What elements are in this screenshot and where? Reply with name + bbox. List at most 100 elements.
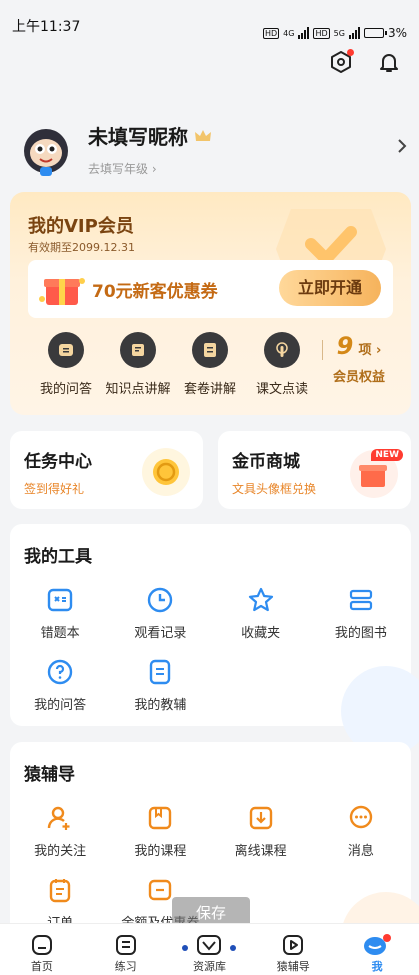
tutor-courses[interactable]: 我的课程 xyxy=(110,804,210,876)
nav-tutor[interactable]: 猿辅导 xyxy=(251,924,335,975)
wrong-book-icon xyxy=(47,588,73,612)
order-icon xyxy=(49,879,71,903)
vip-features: 我的问答 知识点讲解 套卷讲解 课文点读 9 项 › 会员权益 xyxy=(10,332,411,402)
status-bar: 上午11:37 HD 4G HD 5G 3% xyxy=(0,0,419,50)
benefit-unit: 项 › xyxy=(358,343,382,358)
tool-watch-history[interactable]: 观看记录 xyxy=(110,586,210,658)
bell-button[interactable] xyxy=(377,50,401,74)
bell-icon xyxy=(380,54,398,72)
nav-label: 首页 xyxy=(30,960,53,973)
touch-icon xyxy=(264,332,300,368)
chevron-right-icon[interactable] xyxy=(396,138,408,154)
vip-item-paper[interactable]: 套卷讲解 xyxy=(174,332,246,402)
tutor-follow[interactable]: 我的关注 xyxy=(10,804,110,876)
nav-label: 资源库 xyxy=(192,960,226,973)
tool-favorites[interactable]: 收藏夹 xyxy=(211,586,311,658)
tool-my-qa[interactable]: 我的问答 xyxy=(10,658,110,730)
download-icon xyxy=(249,806,272,830)
benefit-label: 会员权益 xyxy=(333,370,386,385)
vip-item-qa[interactable]: 我的问答 xyxy=(30,332,102,402)
vip-benefits-link[interactable]: 9 项 › 会员权益 xyxy=(333,332,385,402)
nav-label: 我 xyxy=(371,960,383,973)
vip-divider xyxy=(322,340,323,360)
network-5g: 5G xyxy=(333,28,345,38)
profile-header[interactable]: 未填写昵称 去填写年级 › xyxy=(18,118,408,180)
nav-label: 练习 xyxy=(114,960,137,973)
star-icon xyxy=(248,587,273,612)
question-icon xyxy=(47,659,73,685)
nav-home[interactable]: 首页 xyxy=(0,924,84,975)
tutor-label: 我的关注 xyxy=(34,844,87,859)
wallet-icon xyxy=(149,879,172,901)
signal-icon xyxy=(298,27,310,39)
coin-mall-card[interactable]: 金币商城 文具头像框兑换 NEW xyxy=(218,431,411,509)
hd-badge: HD xyxy=(262,27,280,39)
vip-item-label: 我的问答 xyxy=(39,382,92,397)
tool-my-books[interactable]: 我的图书 xyxy=(311,586,411,658)
nickname-row: 未填写昵称 xyxy=(88,121,212,150)
tutor-label: 离线课程 xyxy=(234,844,287,859)
vip-item-label: 套卷讲解 xyxy=(183,382,236,397)
battery-icon xyxy=(363,28,387,38)
paper-icon xyxy=(192,332,228,368)
nav-me[interactable]: 我 xyxy=(335,924,419,975)
tutor-messages[interactable]: 消息 xyxy=(311,804,411,876)
profile-info: 未填写昵称 去填写年级 › xyxy=(88,121,212,177)
task-center-card[interactable]: 任务中心 签到得好礼 xyxy=(10,431,203,509)
tutor-label: 消息 xyxy=(347,844,374,859)
book-icon xyxy=(120,332,156,368)
vip-expiry: 有效期至2099.12.31 xyxy=(28,241,135,254)
document-icon xyxy=(150,659,171,685)
grade-link[interactable]: 去填写年级 › xyxy=(88,160,212,177)
avatar[interactable] xyxy=(18,121,74,177)
benefit-count-row: 9 项 › xyxy=(337,332,382,360)
coin-icon xyxy=(142,448,190,496)
coupon-banner[interactable]: 70元新客优惠券 立即开通 xyxy=(28,260,393,318)
status-icons: HD 4G HD 5G 3% xyxy=(262,16,407,50)
open-vip-button[interactable]: 立即开通 xyxy=(279,270,381,306)
tool-label: 我的问答 xyxy=(34,698,87,713)
tool-wrong-book[interactable]: 错题本 xyxy=(10,586,110,658)
tutor-offline[interactable]: 离线课程 xyxy=(211,804,311,876)
tutor-label: 我的课程 xyxy=(134,844,187,859)
nickname: 未填写昵称 xyxy=(88,125,188,149)
practice-icon xyxy=(115,935,136,955)
tool-label: 收藏夹 xyxy=(241,626,281,641)
coupon-text: 70元新客优惠券 xyxy=(92,281,218,302)
vip-item-knowledge[interactable]: 知识点讲解 xyxy=(102,332,174,402)
bottom-nav: 首页 练习 资源库 猿辅导 我 xyxy=(0,923,419,975)
new-badge: NEW xyxy=(371,449,403,461)
play-icon xyxy=(283,935,304,955)
vip-card[interactable]: 我的VIP会员 有效期至2099.12.31 70元新客优惠券 立即开通 我的问… xyxy=(10,192,411,415)
benefit-count: 9 xyxy=(336,332,354,360)
clock-icon xyxy=(148,587,173,613)
vip-title: 我的VIP会员 xyxy=(28,216,134,237)
tool-my-materials[interactable]: 我的教辅 xyxy=(110,658,210,730)
nav-practice[interactable]: 练习 xyxy=(84,924,168,975)
nav-resources[interactable]: 资源库 xyxy=(168,924,252,975)
vip-item-reading[interactable]: 课文点读 xyxy=(246,332,318,402)
battery-level: 3% xyxy=(387,26,407,40)
resource-icon xyxy=(182,935,237,955)
follow-icon xyxy=(47,806,70,830)
signal-icon-2 xyxy=(348,27,360,39)
gift-icon xyxy=(39,278,85,305)
course-icon xyxy=(149,806,172,830)
vip-item-label: 课文点读 xyxy=(255,382,308,397)
books-icon xyxy=(349,589,372,611)
status-time: 上午11:37 xyxy=(12,19,81,35)
notification-dot xyxy=(347,49,354,56)
top-actions xyxy=(329,49,401,74)
home-icon xyxy=(31,935,52,955)
tutor-title: 猿辅导 xyxy=(24,765,75,785)
crown-icon xyxy=(195,129,211,141)
message-icon xyxy=(349,805,373,829)
tool-label: 我的图书 xyxy=(334,626,387,641)
vip-item-label: 知识点讲解 xyxy=(105,382,171,397)
tool-label: 观看记录 xyxy=(134,626,187,641)
network-4g: 4G xyxy=(283,28,295,38)
tools-title: 我的工具 xyxy=(24,547,92,567)
nav-label: 猿辅导 xyxy=(276,960,310,973)
scan-settings-button[interactable] xyxy=(329,49,354,74)
tools-card: 我的工具 错题本 观看记录 收藏夹 我的图书 我的问答 我的教辅 xyxy=(10,524,419,756)
